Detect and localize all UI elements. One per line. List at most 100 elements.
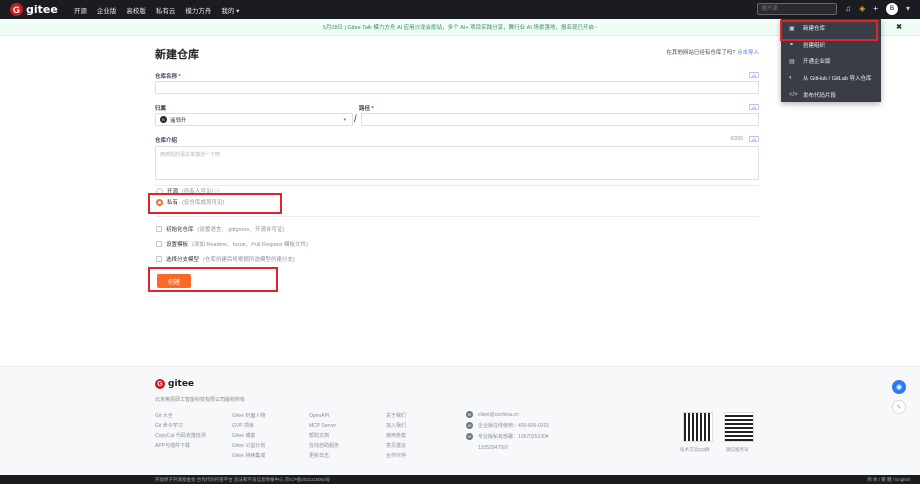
desc-counter: 0/200 bbox=[730, 136, 743, 142]
gitee-logo-icon: G bbox=[155, 379, 165, 389]
top-navbar: G gitee 开源 企业版 高校版 私有云 模力方舟 我的 ▾ ♫ ◈ + B… bbox=[0, 0, 920, 19]
footer-link[interactable]: CopyCat 代码克隆检测 bbox=[155, 433, 206, 439]
nav-link-education[interactable]: 高校版 bbox=[126, 5, 146, 15]
menu-item-import[interactable]: ◐ 从 GitHub / GitLab 导入仓库 bbox=[781, 71, 881, 86]
contact-text: 专业版私有部署：13670252304 bbox=[478, 434, 549, 440]
path-label: 路径 * bbox=[359, 104, 374, 112]
footer-link[interactable]: 更新日志 bbox=[309, 453, 339, 459]
footer-link[interactable]: 帮助文档 bbox=[309, 433, 339, 439]
bottom-bar: 开放原子开源基金会 合作代码托管平台 违法和不良信息举报中心 京ICP备2021… bbox=[0, 475, 920, 484]
ai-badge[interactable]: AI bbox=[749, 72, 759, 78]
path-label-text: 路径 bbox=[359, 106, 371, 112]
gitee-logo-text: gitee bbox=[26, 3, 58, 16]
menu-item-label: 创建组织 bbox=[803, 42, 826, 49]
nav-link-opensource[interactable]: 开源 bbox=[74, 5, 87, 15]
footer-link[interactable]: 合作伙伴 bbox=[386, 453, 406, 459]
contact-phone: ☏ 企业版在线使用：400-606-0201 bbox=[466, 422, 549, 429]
path-input[interactable] bbox=[361, 113, 759, 126]
branch-model-note: (仓库创建后将根据所选模型创建分支) bbox=[203, 257, 295, 263]
badge-icon[interactable]: ◈ bbox=[859, 3, 865, 15]
footer-link[interactable]: 意见建议 bbox=[386, 443, 406, 449]
import-link[interactable]: 点击导入 bbox=[737, 50, 759, 56]
footer-link[interactable]: APP与插件下载 bbox=[155, 443, 206, 449]
menu-item-label: 开通企业版 bbox=[803, 59, 831, 66]
footer-link[interactable]: 在线自助服务 bbox=[309, 443, 339, 449]
chevron-down-icon: ▾ bbox=[343, 117, 346, 123]
language-switcher[interactable]: 简 体 / 繁 體 / English bbox=[867, 477, 910, 483]
bottom-links[interactable]: 开放原子开源基金会 合作代码托管平台 违法和不良信息举报中心 京ICP备2021… bbox=[155, 477, 330, 483]
nav-link-moli[interactable]: 模力方舟 bbox=[185, 5, 211, 15]
footer-col-4: 关于我们 加入我们 使用条款 意见建议 合作伙伴 bbox=[386, 413, 406, 459]
owner-avatar: B bbox=[160, 116, 167, 123]
footer-link[interactable]: Gitee 博客 bbox=[232, 433, 265, 439]
footer-logo[interactable]: G gitee bbox=[155, 379, 194, 389]
import-hint: 在其他网站已经有仓库了吗? 点击导入 bbox=[666, 48, 759, 56]
user-avatar[interactable]: B bbox=[885, 3, 898, 15]
footer-link[interactable]: GVP 项目 bbox=[232, 423, 265, 429]
contact-text[interactable]: client@oschina.cn bbox=[478, 412, 519, 418]
init-repo-checkbox[interactable]: 初始化仓库 (设置语言、.gitignore、开源许可证) bbox=[156, 225, 284, 233]
init-repo-label: 初始化仓库 bbox=[166, 227, 194, 233]
phone-icon: ☏ bbox=[466, 422, 473, 429]
contact-phone: 13352947997 bbox=[466, 444, 549, 451]
highlight-box-private bbox=[148, 193, 282, 214]
assistant-icon[interactable]: ◉ bbox=[892, 380, 906, 394]
footer-link[interactable]: Git 大全 bbox=[155, 413, 206, 419]
footer-link[interactable]: Gitee 封面人物 bbox=[232, 413, 265, 419]
repo-name-label: 仓库名称 * bbox=[155, 72, 181, 80]
gitee-logo[interactable]: G gitee bbox=[10, 3, 58, 16]
owner-select[interactable]: B 遥领升 ▾ bbox=[155, 113, 353, 126]
plus-icon[interactable]: + bbox=[873, 3, 878, 15]
repo-name-input[interactable] bbox=[155, 81, 759, 94]
template-checkbox[interactable]: 设置模板 (添加 Readme、Issue、Pull Request 模板文件) bbox=[156, 240, 308, 248]
footer-col-2: Gitee 封面人物 GVP 项目 Gitee 博客 Gitee 公益计划 Gi… bbox=[232, 413, 265, 459]
close-icon[interactable]: ✖ bbox=[896, 23, 902, 31]
enterprise-icon: ▤ bbox=[789, 58, 795, 65]
required-mark: * bbox=[371, 106, 374, 112]
menu-item-snippet[interactable]: </> 发布代码片段 bbox=[781, 87, 881, 102]
owner-value: 遥领升 bbox=[170, 117, 187, 124]
init-repo-note: (设置语言、.gitignore、开源许可证) bbox=[197, 227, 285, 233]
footer-link[interactable]: 使用条款 bbox=[386, 433, 406, 439]
footer-col-3: OpenAPI MCP Server 帮助文档 在线自助服务 更新日志 bbox=[309, 413, 339, 459]
footer-link[interactable]: Git 命令学习 bbox=[155, 423, 206, 429]
template-note: (添加 Readme、Issue、Pull Request 模板文件) bbox=[192, 242, 308, 248]
footer-link[interactable]: Gitee 持续集成 bbox=[232, 453, 265, 459]
nav-link-enterprise[interactable]: 企业版 bbox=[97, 5, 117, 15]
desc-label: 仓库介绍 bbox=[155, 138, 178, 144]
footer-link[interactable]: MCP Server bbox=[309, 423, 339, 429]
menu-item-enterprise[interactable]: ▤ 开通企业版 bbox=[781, 54, 881, 69]
footer-contacts: ✉ client@oschina.cn ☏ 企业版在线使用：400-606-02… bbox=[466, 411, 549, 451]
ai-badge[interactable]: AI bbox=[749, 136, 759, 142]
checkbox-icon bbox=[156, 241, 162, 247]
footer-link[interactable]: 加入我们 bbox=[386, 423, 406, 429]
phone-icon: ☏ bbox=[466, 433, 473, 440]
qq-qr-code bbox=[683, 412, 713, 442]
nav-links: 开源 企业版 高校版 私有云 模力方舟 我的 ▾ bbox=[74, 5, 240, 15]
nav-link-mine[interactable]: 我的 ▾ bbox=[221, 5, 239, 15]
branch-model-checkbox[interactable]: 选择分支模型 (仓库创建后将根据所选模型创建分支) bbox=[156, 255, 295, 263]
wechat-qr-code bbox=[724, 412, 754, 442]
search-input[interactable] bbox=[757, 3, 838, 15]
chevron-down-icon[interactable]: ▾ bbox=[906, 3, 910, 15]
feedback-icon[interactable]: ✎ bbox=[892, 400, 906, 414]
ai-badge[interactable]: AI bbox=[749, 104, 759, 110]
org-icon: ⚭ bbox=[789, 42, 795, 49]
footer-link[interactable]: OpenAPI bbox=[309, 413, 339, 419]
copyright: 北京奥思研工智能科技有限公司版权所有 bbox=[155, 397, 246, 403]
new-repo-form: 新建仓库 在其他网站已经有仓库了吗? 点击导入 仓库名称 * AI 归属 路径 … bbox=[155, 40, 759, 300]
nav-right: ♫ ◈ + B ▾ bbox=[757, 3, 910, 15]
footer-link[interactable]: Gitee 公益计划 bbox=[232, 443, 265, 449]
footer-link[interactable]: 关于我们 bbox=[386, 413, 406, 419]
template-label: 设置模板 bbox=[166, 242, 189, 248]
gitee-logo-icon: G bbox=[10, 3, 23, 16]
nav-link-private-cloud[interactable]: 私有云 bbox=[156, 5, 176, 15]
branch-model-label: 选择分支模型 bbox=[166, 257, 200, 263]
desc-textarea[interactable]: 用简短的语言来描述一下吧 bbox=[155, 146, 759, 180]
bell-icon[interactable]: ♫ bbox=[845, 3, 851, 15]
path-separator: / bbox=[354, 114, 357, 125]
owner-label: 归属 bbox=[155, 106, 167, 112]
contact-text: 企业版在线使用：400-606-0201 bbox=[478, 423, 550, 429]
mail-icon: ✉ bbox=[466, 411, 473, 418]
banner-text[interactable]: 5月28日 | Gitee Talk 模力方舟 AI 应用沙龙会即站，多个 AI… bbox=[323, 23, 597, 31]
